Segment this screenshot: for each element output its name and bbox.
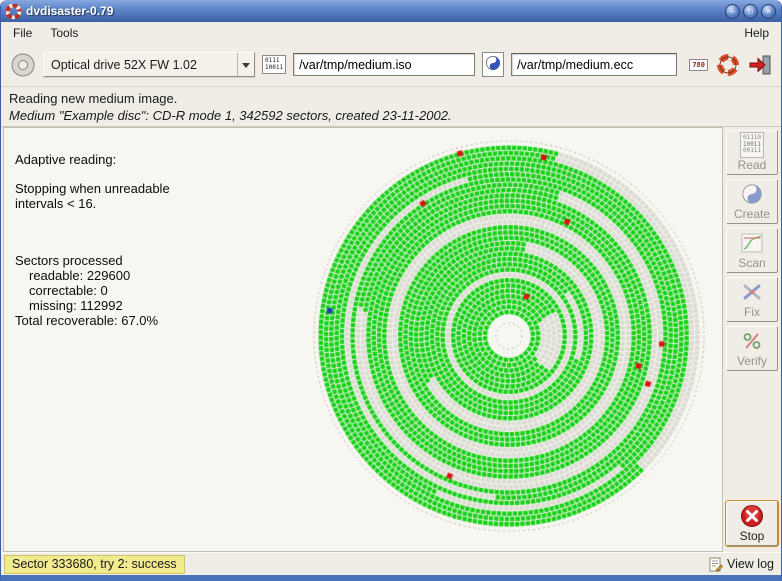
verify-button[interactable]: Verify	[726, 326, 778, 371]
menu-file[interactable]: File	[4, 24, 41, 42]
missing-count: missing: 112992	[15, 298, 170, 313]
menu-tools[interactable]: Tools	[41, 24, 87, 42]
scan-button-label: Scan	[738, 256, 765, 270]
fix-button-label: Fix	[744, 305, 760, 319]
chevron-down-icon	[237, 53, 254, 76]
window-title: dvdisaster-0.79	[26, 4, 720, 18]
preferences-icon[interactable]: 780	[689, 59, 708, 71]
fix-button[interactable]: Fix	[726, 277, 778, 322]
read-icon: 01110 10011 00111	[740, 132, 764, 158]
medium-info-text: Medium "Example disc": CD-R mode 1, 3425…	[9, 108, 773, 123]
sectors-processed-label: Sectors processed	[15, 253, 170, 268]
action-status-text: Reading new medium image.	[9, 91, 773, 106]
ecc-file-icon	[482, 52, 504, 77]
help-icon[interactable]	[716, 53, 740, 77]
log-icon	[708, 557, 723, 572]
drive-select[interactable]: Optical drive 52X FW 1.02	[43, 52, 255, 77]
reading-info-panel: Adaptive reading: Stopping when unreadab…	[15, 152, 170, 328]
status-message: Sector 333680, try 2: success	[4, 555, 185, 574]
minimize-button[interactable]: –	[725, 4, 740, 19]
scan-button[interactable]: Scan	[726, 228, 778, 273]
create-icon	[741, 182, 763, 206]
drive-select-label: Optical drive 52X FW 1.02	[44, 58, 237, 72]
quit-icon[interactable]	[748, 54, 772, 76]
app-window: dvdisaster-0.79 – □ × File Tools Help Op…	[0, 0, 782, 581]
stopping-condition-line1: Stopping when unreadable	[15, 181, 170, 196]
stopping-condition-line2: intervals < 16.	[15, 196, 170, 211]
fix-icon	[741, 280, 763, 304]
readable-count: readable: 229600	[15, 268, 170, 283]
verify-icon	[741, 329, 763, 353]
stop-button[interactable]: Stop	[726, 501, 778, 546]
stop-button-label: Stop	[740, 529, 765, 543]
close-button[interactable]: ×	[761, 4, 776, 19]
create-button-label: Create	[734, 207, 770, 221]
status-header: Reading new medium image. Medium "Exampl…	[1, 87, 781, 127]
action-sidebar: 01110 10011 00111 Read Create Scan	[723, 127, 781, 552]
statusbar: Sector 333680, try 2: success View log	[1, 552, 781, 575]
scan-icon	[741, 231, 763, 255]
drive-icon	[10, 52, 36, 78]
menu-help[interactable]: Help	[735, 24, 778, 42]
correctable-count: correctable: 0	[15, 283, 170, 298]
titlebar[interactable]: dvdisaster-0.79 – □ ×	[1, 0, 781, 22]
total-recoverable: Total recoverable: 67.0%	[15, 313, 170, 328]
read-button[interactable]: 01110 10011 00111 Read	[726, 130, 778, 175]
main-area: Adaptive reading: Stopping when unreadab…	[3, 127, 723, 552]
toolbar-right-group: 780	[689, 53, 772, 77]
window-controls: – □ ×	[725, 4, 776, 19]
adaptive-reading-label: Adaptive reading:	[15, 152, 170, 167]
create-button[interactable]: Create	[726, 179, 778, 224]
main-row: Adaptive reading: Stopping when unreadab…	[1, 127, 781, 552]
read-button-label: Read	[738, 158, 767, 172]
toolbar: Optical drive 52X FW 1.02 0111 10011 780	[1, 43, 781, 87]
window-icon	[6, 4, 21, 19]
ecc-file-input[interactable]	[511, 53, 677, 76]
menubar: File Tools Help	[1, 22, 781, 43]
image-file-icon: 0111 10011	[262, 55, 286, 74]
image-file-input[interactable]	[293, 53, 475, 76]
stop-icon	[740, 504, 764, 528]
maximize-button[interactable]: □	[743, 4, 758, 19]
view-log-button[interactable]: View log	[708, 557, 778, 572]
image-file-icon-text: 10011	[265, 65, 283, 72]
verify-button-label: Verify	[737, 354, 767, 368]
view-log-label: View log	[727, 557, 774, 571]
